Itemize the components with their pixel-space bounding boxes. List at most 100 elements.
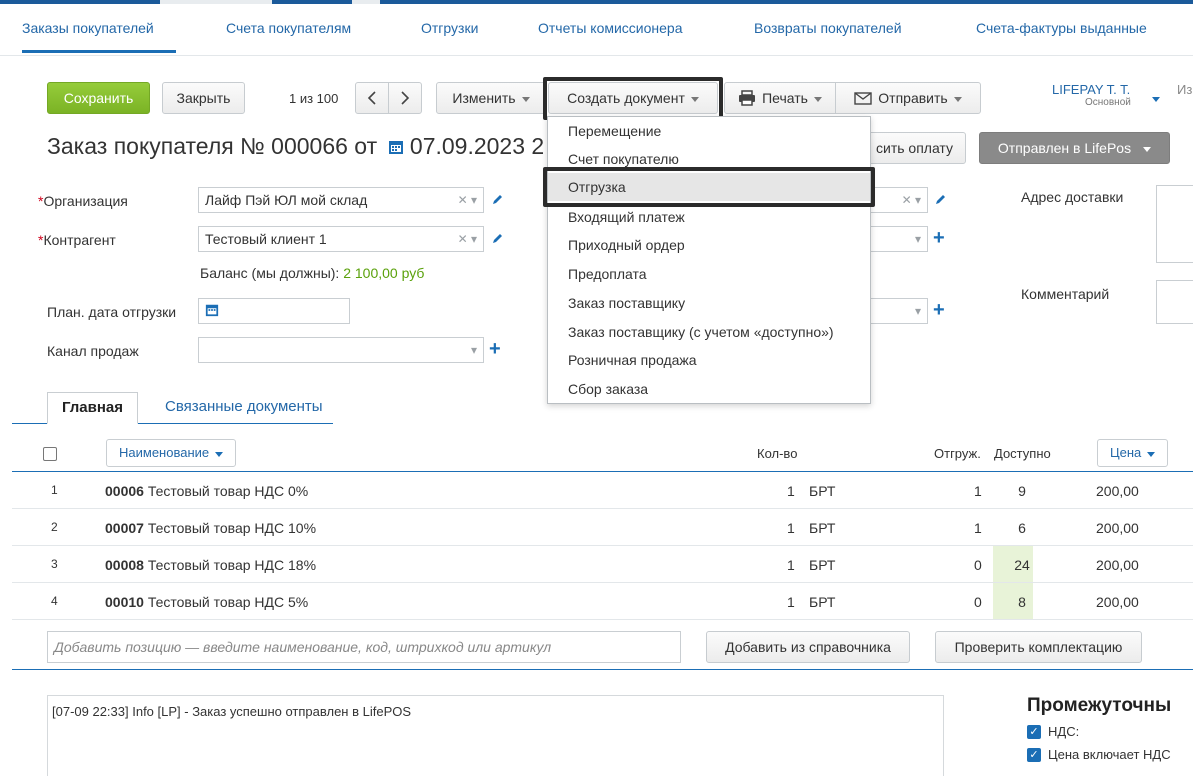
- title-prefix: Заказ покупателя № 000066 от: [47, 133, 378, 159]
- dropdown-arrow-icon[interactable]: ▾: [915, 304, 921, 318]
- product-cell[interactable]: 00006 Тестовый товар НДС 0%: [105, 483, 308, 499]
- price-cell[interactable]: 200,00: [1096, 594, 1139, 610]
- org-label: *Организация: [38, 193, 128, 209]
- tab-commission-reports[interactable]: Отчеты комиссионера: [538, 20, 683, 36]
- tab-related-documents[interactable]: Связанные документы: [151, 392, 337, 424]
- menu-item[interactable]: Розничная продажа: [548, 346, 870, 374]
- product-cell[interactable]: 00010 Тестовый товар НДС 5%: [105, 594, 308, 610]
- product-name: Тестовый товар НДС 10%: [147, 520, 317, 536]
- contractor-field[interactable]: Тестовый клиент 1 ✕ ▾: [198, 226, 484, 252]
- document-tabs: Заказы покупателей Счета покупателям Отг…: [0, 0, 1193, 56]
- menu-item[interactable]: Заказ поставщику: [548, 289, 870, 317]
- calendar-icon[interactable]: [205, 303, 219, 317]
- pay-button[interactable]: сить оплату: [862, 132, 966, 164]
- calendar-icon[interactable]: [388, 139, 404, 155]
- tab-customer-invoices[interactable]: Счета покупателям: [226, 20, 351, 36]
- address-field[interactable]: [1156, 185, 1193, 263]
- menu-item[interactable]: Приходный ордер: [548, 231, 870, 259]
- ship-date-field[interactable]: [198, 298, 350, 324]
- menu-item[interactable]: Сбор заказа: [548, 375, 870, 403]
- tab-customer-returns[interactable]: Возвраты покупателей: [754, 20, 902, 36]
- save-button[interactable]: Сохранить: [47, 82, 150, 114]
- org-value: Лайф Пэй ЮЛ мой склад: [205, 192, 368, 208]
- price-column-button[interactable]: Цена: [1097, 439, 1169, 467]
- qty-cell[interactable]: 1: [787, 520, 795, 536]
- change-button[interactable]: Изменить: [436, 82, 546, 114]
- dropdown-arrow-icon[interactable]: ▾: [915, 232, 921, 246]
- table-row[interactable]: 1 00006 Тестовый товар НДС 0% 1 БРТ 1 9 200,00: [12, 472, 1193, 509]
- create-document-button[interactable]: Создать документ: [548, 82, 718, 114]
- tab-customer-orders[interactable]: Заказы покупателей: [22, 20, 154, 36]
- shipped-cell: 0: [974, 557, 982, 573]
- prev-button[interactable]: [355, 82, 389, 114]
- row-number: 2: [51, 520, 58, 534]
- product-cell[interactable]: 00008 Тестовый товар НДС 18%: [105, 557, 316, 573]
- pencil-icon[interactable]: [491, 233, 503, 245]
- print-button[interactable]: Печать: [724, 82, 836, 114]
- summary-title: Промежуточны: [1027, 695, 1172, 716]
- menu-item[interactable]: Отгрузка: [548, 173, 870, 201]
- user-chevron-icon[interactable]: [1152, 97, 1160, 102]
- chevron-down-icon: [953, 96, 962, 102]
- table-row[interactable]: 3 00008 Тестовый товар НДС 18% 1 БРТ 0 24 200,…: [12, 546, 1193, 583]
- menu-item[interactable]: Перемещение: [548, 117, 870, 145]
- shipped-cell: 1: [974, 520, 982, 536]
- create-document-menu: Перемещение Счет покупателю Отгрузка Входящ…: [547, 116, 871, 404]
- balance-row: Баланс (мы должны): 2 100,00 руб: [200, 265, 424, 281]
- qty-cell[interactable]: 1: [787, 594, 795, 610]
- user-role: Основной: [1085, 97, 1131, 108]
- menu-item[interactable]: Заказ поставщику (с учетом «доступно»): [548, 318, 870, 346]
- add-channel-icon[interactable]: +: [489, 339, 501, 359]
- select-all-checkbox[interactable]: [43, 447, 57, 461]
- name-column-button[interactable]: Наименование: [106, 439, 237, 467]
- price-cell[interactable]: 200,00: [1096, 557, 1139, 573]
- tab-issued-invoices[interactable]: Счета-фактуры выданные: [976, 20, 1147, 36]
- qty-cell[interactable]: 1: [787, 483, 795, 499]
- available-cell: 24: [1014, 557, 1030, 573]
- qty-cell[interactable]: 1: [787, 557, 795, 573]
- send-button[interactable]: Отправить: [835, 82, 981, 114]
- table-row[interactable]: 4 00010 Тестовый товар НДС 5% 1 БРТ 0 8 200,00: [12, 583, 1193, 620]
- price-cell[interactable]: 200,00: [1096, 483, 1139, 499]
- event-log: [07-09 22:33] Info [LP] - Заказ успешно …: [47, 695, 944, 776]
- chevron-down-icon: [521, 96, 530, 102]
- product-cell[interactable]: 00007 Тестовый товар НДС 10%: [105, 520, 316, 536]
- table-row[interactable]: 2 00007 Тестовый товар НДС 10% 1 БРТ 1 6 200,0…: [12, 509, 1193, 546]
- user-name[interactable]: LIFEPAY T. T.: [1052, 82, 1130, 97]
- comment-field[interactable]: [1156, 280, 1193, 324]
- vat-checkbox[interactable]: ✓: [1027, 725, 1041, 739]
- close-button[interactable]: Закрыть: [162, 82, 245, 114]
- status-button[interactable]: Отправлен в LifePos: [979, 132, 1170, 164]
- print-label: Печать: [762, 90, 808, 106]
- tab-main[interactable]: Главная: [47, 392, 139, 424]
- clear-dropdown-icon[interactable]: ✕ ▾: [458, 232, 477, 246]
- price-cell[interactable]: 200,00: [1096, 520, 1139, 536]
- dropdown-arrow-icon[interactable]: ▾: [471, 343, 477, 357]
- product-code: 00006: [105, 483, 144, 499]
- shipped-cell: 0: [974, 594, 982, 610]
- contractor-label: *Контрагент: [38, 232, 116, 248]
- next-button[interactable]: [388, 82, 422, 114]
- add-position-input[interactable]: Добавить позицию — введите наименование,…: [47, 631, 681, 663]
- channel-field[interactable]: ▾: [198, 337, 484, 363]
- unit-cell: БРТ: [809, 520, 836, 536]
- pencil-icon[interactable]: [491, 194, 503, 206]
- address-label: Адрес доставки: [1021, 189, 1124, 205]
- price-incl-vat-checkbox[interactable]: ✓: [1027, 748, 1041, 762]
- cut-text: Из: [1177, 82, 1193, 97]
- tab-shipments[interactable]: Отгрузки: [421, 20, 478, 36]
- status-label: Отправлен в LifePos: [997, 140, 1132, 156]
- available-cell: 9: [1018, 483, 1026, 499]
- pencil-icon[interactable]: [934, 194, 946, 206]
- menu-item[interactable]: Предоплата: [548, 260, 870, 288]
- add-icon[interactable]: +: [933, 228, 945, 248]
- add-from-catalog-button[interactable]: Добавить из справочника: [706, 631, 910, 663]
- available-cell: 6: [1018, 520, 1026, 536]
- menu-item[interactable]: Счет покупателю: [548, 145, 870, 173]
- menu-item[interactable]: Входящий платеж: [548, 203, 870, 231]
- add-icon[interactable]: +: [933, 300, 945, 320]
- clear-dropdown-icon[interactable]: ✕ ▾: [458, 193, 477, 207]
- clear-dropdown-icon[interactable]: ✕ ▾: [902, 193, 921, 207]
- check-bundle-button[interactable]: Проверить комплектацию: [935, 631, 1142, 663]
- org-field[interactable]: Лайф Пэй ЮЛ мой склад ✕ ▾: [198, 187, 484, 213]
